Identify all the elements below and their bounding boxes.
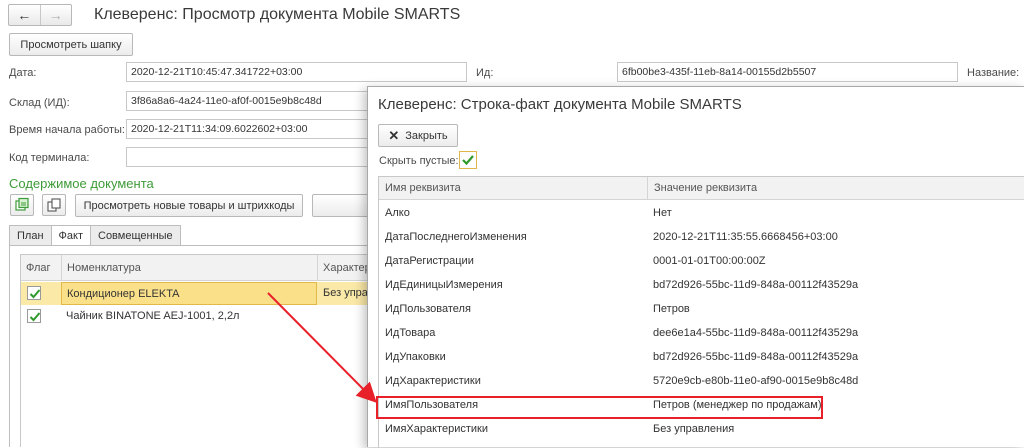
characteristic-cell[interactable]	[318, 305, 323, 328]
window-title: Клеверенс: Просмотр документа Mobile SMA…	[94, 6, 461, 23]
section-title: Содержимое документа	[9, 176, 154, 191]
refresh-table-button[interactable]	[10, 194, 34, 216]
table-row[interactable]: ИдПользователя Петров	[379, 297, 1024, 321]
close-button[interactable]: ✕ Закрыть	[378, 124, 458, 147]
requisite-name-cell[interactable]: ИдТовара	[379, 321, 435, 345]
copy-button[interactable]	[42, 194, 66, 216]
document-items-table: Флаг Номенклатура Характер Кондиционер E…	[20, 254, 379, 447]
tab-bar: План Факт Совмещенные	[9, 225, 181, 247]
requisite-value-cell[interactable]: Без управления	[647, 417, 734, 441]
table-row[interactable]: ДатаРегистрации 0001-01-01T00:00:00Z	[379, 249, 1024, 273]
table-row[interactable]: ДатаПоследнегоИзменения 2020-12-21T11:35:…	[379, 225, 1024, 249]
table-row[interactable]: ИдТовара dee6e1a4-55bc-11d9-848a-00112f43…	[379, 321, 1024, 345]
date-label: Дата:	[9, 67, 37, 79]
requisite-name-cell[interactable]: ИмяХарактеристики	[379, 417, 488, 441]
checkmark-icon	[29, 312, 41, 322]
column-header-flag[interactable]: Флаг	[21, 255, 51, 281]
column-header-characteristic[interactable]: Характер	[317, 255, 371, 281]
checkmark-icon	[462, 155, 474, 166]
hide-empty-checkbox[interactable]	[459, 151, 477, 169]
forward-arrow-icon[interactable]: →	[39, 5, 72, 25]
requisite-value-cell[interactable]: 2020-12-21T11:35:55.6668456+03:00	[647, 225, 838, 249]
tab-plan[interactable]: План	[9, 225, 52, 246]
requisite-value-cell[interactable]: 5720e9cb-e80b-11e0-af90-0015e9b8c48d	[647, 369, 858, 393]
column-header-requisite-value[interactable]: Значение реквизита	[647, 177, 757, 200]
table-row[interactable]: ИдУпаковки bd72d926-55bc-11d9-848a-00112f…	[379, 345, 1024, 369]
requisite-value-cell[interactable]: bd72d926-55bc-11d9-848a-00112f43529a	[647, 345, 858, 369]
requisite-value-cell[interactable]: 0001-01-01T00:00:00Z	[647, 249, 766, 273]
id-field[interactable]: 6fb00be3-435f-11eb-8a14-00155d2b5507	[617, 62, 958, 82]
dialog-title: Клеверенс: Строка-факт документа Mobile …	[378, 96, 742, 113]
warehouse-field[interactable]: 3f86a8a6-4a24-11e0-af0f-0015e9b8c48d	[126, 91, 386, 111]
table-row[interactable]: ИдХарактеристики 5720e9cb-e80b-11e0-af90-…	[379, 369, 1024, 393]
item-name-cell[interactable]: Кондиционер ELEKTA	[61, 282, 317, 305]
table-row[interactable]: Кондиционер ELEKTA Без управ	[21, 282, 378, 305]
hide-empty-label: Скрыть пустые:	[379, 155, 459, 167]
tab-fact[interactable]: Факт	[50, 225, 91, 247]
back-arrow-icon[interactable]: ←	[9, 5, 40, 25]
terminal-field[interactable]	[126, 147, 386, 167]
more-button[interactable]	[312, 194, 372, 217]
table-header: Флаг Номенклатура Характер	[21, 255, 378, 281]
table-refresh-icon	[15, 197, 29, 211]
table-row[interactable]: Чайник BINATONE AEJ-1001, 2,2л	[21, 305, 378, 328]
date-field[interactable]: 2020-12-21T10:45:47.341722+03:00	[126, 62, 467, 82]
flag-checkbox[interactable]	[27, 309, 41, 323]
item-name-cell[interactable]: Чайник BINATONE AEJ-1001, 2,2л	[61, 305, 239, 328]
requisite-name-cell[interactable]: ИдУпаковки	[379, 345, 446, 369]
start-time-label: Время начала работы:	[9, 124, 125, 136]
requisite-name-cell[interactable]: ИдЕдиницыИзмерения	[379, 273, 503, 297]
table-row[interactable]: ИдЕдиницыИзмерения bd72d926-55bc-11d9-848…	[379, 273, 1024, 297]
table-header: Имя реквизита Значение реквизита	[379, 177, 1024, 200]
navigation-buttons: ← →	[8, 4, 72, 26]
requisite-name-cell[interactable]: ИдПользователя	[379, 297, 471, 321]
requisite-name-cell[interactable]: ДатаРегистрации	[379, 249, 474, 273]
close-button-label: Закрыть	[405, 129, 448, 142]
name-label: Название:	[967, 67, 1020, 79]
row-fact-dialog: Клеверенс: Строка-факт документа Mobile …	[367, 86, 1024, 448]
terminal-label: Код терминала:	[9, 152, 90, 164]
requisite-name-cell[interactable]: ИдХарактеристики	[379, 369, 481, 393]
requisite-value-cell[interactable]: Петров	[647, 297, 690, 321]
close-icon: ✕	[388, 127, 400, 143]
flag-checkbox[interactable]	[27, 286, 41, 300]
requisite-name-cell[interactable]: ДатаПоследнегоИзменения	[379, 225, 527, 249]
requisite-value-cell[interactable]: dee6e1a4-55bc-11d9-848a-00112f43529a	[647, 321, 858, 345]
column-header-item[interactable]: Номенклатура	[61, 255, 141, 281]
characteristic-cell[interactable]: Без управ	[318, 282, 374, 305]
id-label: Ид:	[476, 67, 494, 79]
table-row[interactable]: Алко Нет	[379, 201, 1024, 225]
requisite-name-cell[interactable]: Алко	[379, 201, 410, 225]
start-time-field[interactable]: 2020-12-21T11:34:09.6022602+03:00	[126, 119, 386, 139]
view-new-items-button[interactable]: Просмотреть новые товары и штрихкоды	[75, 194, 303, 217]
highlight-box	[376, 396, 823, 419]
view-header-button[interactable]: Просмотреть шапку	[9, 33, 133, 56]
requisite-value-cell[interactable]: Нет	[647, 201, 672, 225]
copy-icon	[47, 198, 61, 212]
tab-combined[interactable]: Совмещенные	[90, 225, 181, 246]
column-header-requisite-name[interactable]: Имя реквизита	[379, 177, 461, 200]
table-row[interactable]: ИмяХарактеристики Без управления	[379, 417, 1024, 441]
requisite-value-cell[interactable]: bd72d926-55bc-11d9-848a-00112f43529a	[647, 273, 858, 297]
warehouse-label: Склад (ИД):	[9, 97, 70, 109]
checkmark-icon	[29, 289, 41, 299]
